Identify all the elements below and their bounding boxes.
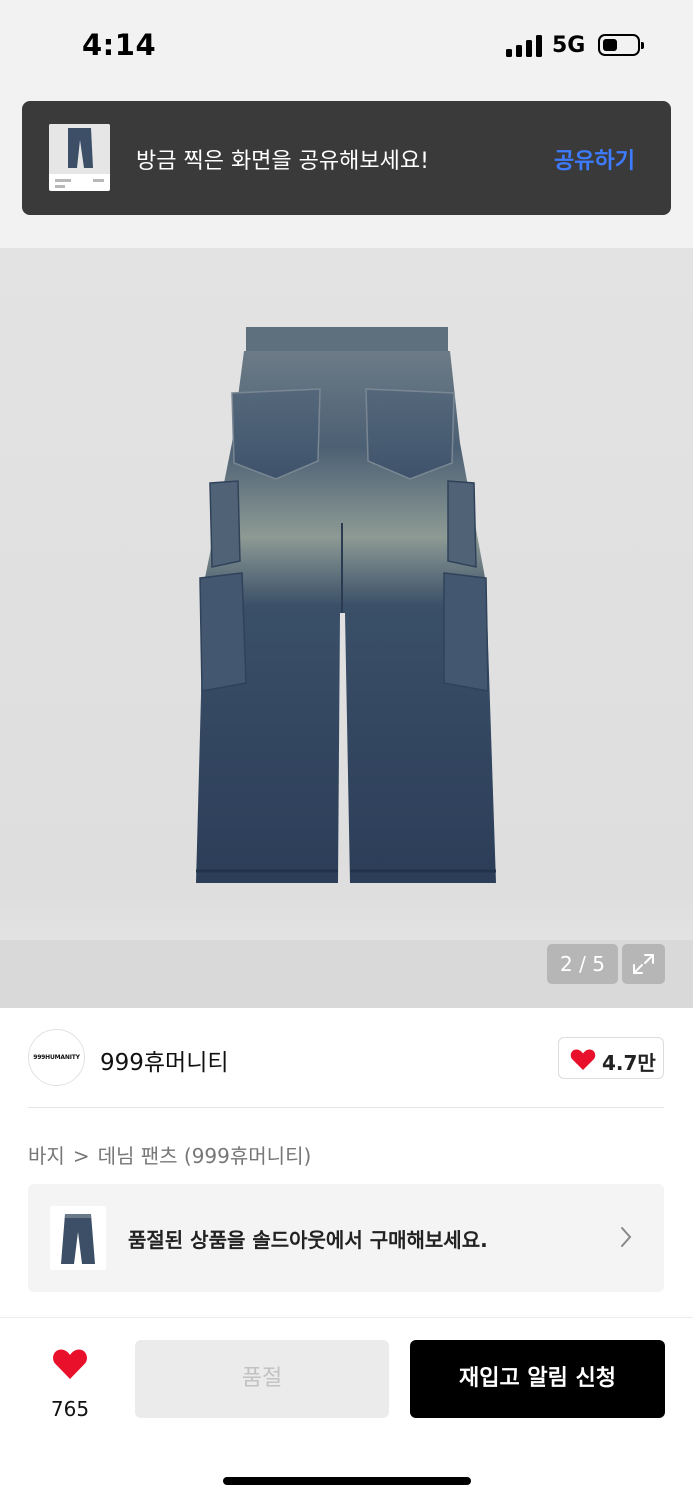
- chevron-right-icon: [621, 1227, 632, 1247]
- home-indicator: [223, 1477, 471, 1485]
- heart-icon: [53, 1349, 87, 1379]
- heart-icon: [570, 1049, 596, 1070]
- divider: [28, 1107, 664, 1108]
- status-bar: 4:14 5G: [0, 0, 693, 92]
- expand-image-button[interactable]: [622, 944, 665, 984]
- wishlist-button[interactable]: 765: [38, 1344, 102, 1421]
- brand-like-button[interactable]: 4.7만: [558, 1037, 664, 1079]
- brand-name[interactable]: 999휴머니티: [100, 1043, 229, 1077]
- share-message: 방금 찍은 화면을 공유해보세요!: [136, 149, 429, 174]
- breadcrumb: 바지 > 데님 팬츠 (999휴머니티): [28, 1140, 311, 1169]
- battery-icon: [598, 34, 644, 56]
- brand-like-count: 4.7만: [602, 1051, 656, 1075]
- soldout-banner-text: 품절된 상품을 솔드아웃에서 구매해보세요.: [128, 1228, 488, 1252]
- breadcrumb-subcategory[interactable]: 데님 팬츠 (999휴머니티): [98, 1144, 312, 1168]
- bottom-action-bar: 765 품절 재입고 알림 신청: [0, 1317, 693, 1500]
- status-time: 4:14: [82, 28, 157, 62]
- share-button[interactable]: 공유하기: [554, 143, 635, 175]
- soldout-button: 품절: [135, 1340, 389, 1418]
- expand-icon: [633, 954, 654, 974]
- signal-strength-icon: [506, 35, 542, 57]
- screenshot-share-toast: 방금 찍은 화면을 공유해보세요! 공유하기: [22, 101, 671, 215]
- wishlist-count: 765: [50, 1397, 90, 1421]
- breadcrumb-category[interactable]: 바지: [28, 1144, 65, 1168]
- soldout-market-banner[interactable]: 품절된 상품을 솔드아웃에서 구매해보세요.: [28, 1184, 664, 1292]
- banner-product-thumbnail: [50, 1206, 106, 1270]
- network-type: 5G: [552, 33, 586, 58]
- image-page-indicator: 2 / 5: [547, 944, 618, 984]
- product-photo-denim-pants: [196, 327, 496, 883]
- brand-row: 999HUMANITY 999휴머니티 4.7만: [0, 1008, 693, 1108]
- restock-alert-button[interactable]: 재입고 알림 신청: [410, 1340, 665, 1418]
- screenshot-thumbnail: [49, 124, 110, 191]
- product-image-carousel[interactable]: 2 / 5: [0, 248, 693, 1008]
- brand-logo[interactable]: 999HUMANITY: [28, 1029, 85, 1086]
- breadcrumb-separator: >: [72, 1144, 90, 1168]
